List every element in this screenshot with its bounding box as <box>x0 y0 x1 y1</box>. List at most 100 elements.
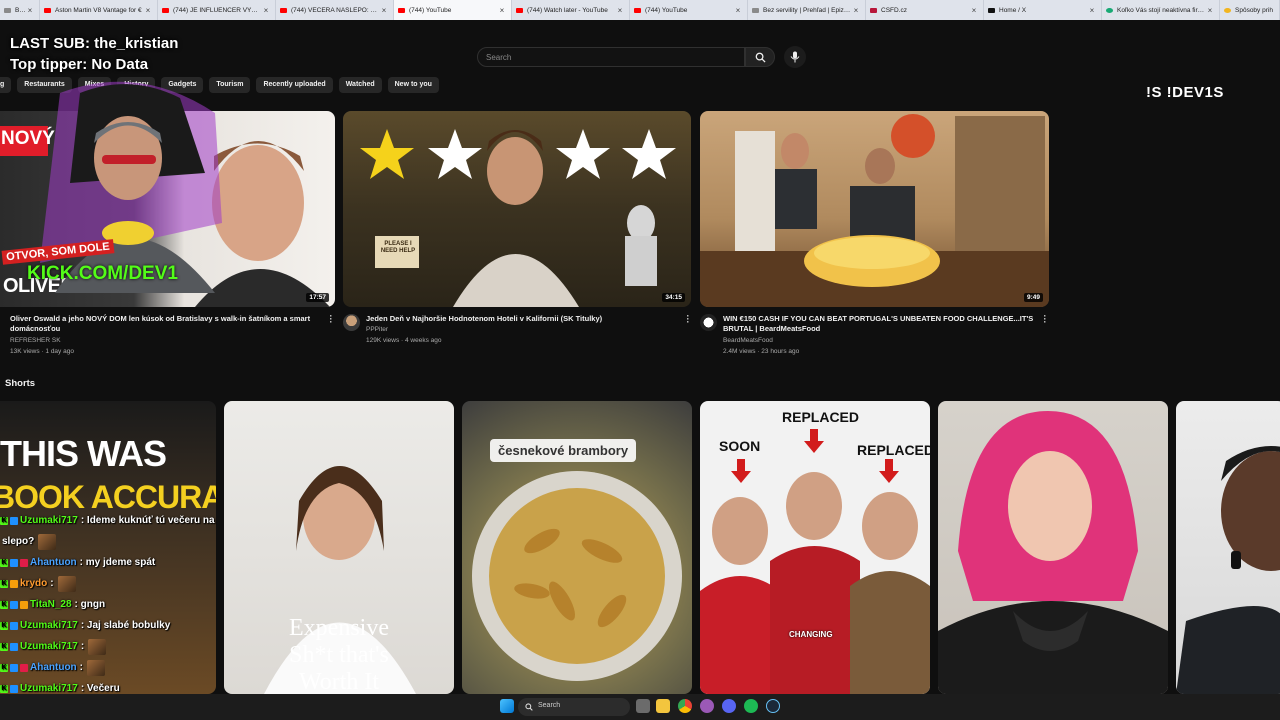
close-tab-icon[interactable]: × <box>261 6 271 15</box>
chat-badge-icon: K <box>0 642 8 651</box>
top-tipper-label: Top tipper: No Data <box>10 56 149 73</box>
chat-badge-icon: K <box>0 558 8 567</box>
chat-text: : Jaj slabé bobulky <box>80 620 171 631</box>
youtube-icon <box>162 7 169 13</box>
browser-tab[interactable]: Home / X × <box>984 0 1102 20</box>
video-title[interactable]: Jeden Deň v Najhoršie Hodnotenom Hoteli … <box>366 314 671 324</box>
discord-icon[interactable] <box>722 699 736 713</box>
short-card[interactable] <box>1176 401 1280 694</box>
video-duration: 34:15 <box>662 293 685 302</box>
short-card[interactable]: Expensive Sh*t that's Worth It <box>224 401 454 694</box>
youtube-icon <box>634 7 641 13</box>
video-channel[interactable]: BeardMeatsFood <box>723 337 773 344</box>
short-card[interactable]: REPLACED SOON REPLACED CHANGING <box>700 401 930 694</box>
short-art <box>938 411 1168 694</box>
steam-icon[interactable] <box>766 699 780 713</box>
video-thumbnail[interactable]: 9:49 <box>700 111 1049 307</box>
youtube-icon <box>398 7 405 13</box>
more-actions-icon[interactable]: · · · <box>686 312 690 327</box>
browser-tab-title: Home / X <box>999 6 1027 14</box>
video-card[interactable]: 9:49 WIN €150 CASH IF YOU CAN BEAT PORTU… <box>700 111 1050 361</box>
filter-chip[interactable]: New to you <box>387 77 439 93</box>
chat-badge-icon <box>10 642 18 651</box>
browser-tab[interactable]: Spôsoby prih <box>1220 0 1280 20</box>
close-tab-icon[interactable]: × <box>379 6 389 15</box>
windows-start-icon[interactable] <box>500 699 514 713</box>
video-thumbnail[interactable]: PLEASE I NEED HELP 34:15 <box>343 111 691 307</box>
video-duration: 17:57 <box>306 293 329 302</box>
browser-tab[interactable]: (744) Watch later - YouTube × <box>512 0 630 20</box>
close-tab-icon[interactable]: × <box>615 6 625 15</box>
close-tab-icon[interactable]: × <box>1205 6 1215 15</box>
close-tab-icon[interactable]: × <box>733 6 743 15</box>
browser-tab[interactable]: Koľko Vás stojí neaktívna firma × <box>1102 0 1220 20</box>
youtube-icon <box>280 7 287 13</box>
stream-sub-info: LAST SUB: the_kristian Top tipper: No Da… <box>10 33 178 75</box>
short-title: THIS WAS <box>0 433 167 474</box>
chat-badge-icon <box>20 663 28 672</box>
green-icon <box>1106 7 1113 13</box>
browser-tab[interactable]: (744) VEČERA NASLEPO: HENR× <box>276 0 394 20</box>
browser-tab[interactable]: ČSFD.cz × <box>866 0 984 20</box>
filter-chip[interactable]: Watched <box>338 77 382 93</box>
filter-chip[interactable]: Recently uploaded <box>256 77 333 93</box>
voice-search-button[interactable] <box>784 46 806 68</box>
csfd-icon <box>870 7 877 13</box>
video-card[interactable]: PLEASE I NEED HELP 34:15 Jeden Deň v Naj… <box>343 111 693 361</box>
taskbar: Search <box>0 694 1280 720</box>
browser-tab[interactable]: Buy× <box>0 0 40 20</box>
close-tab-icon[interactable]: × <box>25 6 35 15</box>
browser-tab-title: Buy <box>15 6 25 14</box>
close-tab-icon[interactable]: × <box>1087 6 1097 15</box>
microphone-icon <box>790 51 800 63</box>
browser-tab[interactable]: Aston Martin V8 Vantage for € × <box>40 0 158 20</box>
browser-tab-title: Aston Martin V8 Vantage for € <box>55 6 142 14</box>
browser-tab[interactable]: (744) YouTube × <box>630 0 748 20</box>
spotify-icon[interactable] <box>744 699 758 713</box>
search-input[interactable]: Search <box>477 47 745 67</box>
browser-tab[interactable]: Bez servility | Prehľad | Epizódy × <box>748 0 866 20</box>
file-explorer-icon[interactable] <box>656 699 670 713</box>
gmail-icon <box>44 7 51 13</box>
chat-badge-icon: K <box>0 621 8 630</box>
thumbnail-label: PLEASE I NEED HELP <box>380 241 416 254</box>
browser-tab[interactable]: (744) JE INFLUENCER VÝSMEC × <box>158 0 276 20</box>
chrome-icon[interactable] <box>678 699 692 713</box>
video-title[interactable]: Oliver Oswald a jeho NOVÝ DOM len kúsok … <box>10 314 315 334</box>
chat-badge-icon: K <box>0 600 8 609</box>
chat-message: K Ahantuon: my jdeme spát <box>0 552 222 573</box>
chat-username: Uzumaki717 <box>20 641 78 652</box>
task-view-icon[interactable] <box>636 699 650 713</box>
chat-message: K Uzumaki717: Ideme kuknúť tú večeru na <box>0 510 222 531</box>
chat-badge-icon <box>10 600 18 609</box>
video-meta: 2.4M views · 23 hours ago <box>723 348 800 355</box>
more-actions-icon[interactable]: · · · <box>329 312 333 327</box>
taskbar-search[interactable]: Search <box>518 698 630 716</box>
video-meta: 13K views · 1 day ago <box>10 348 74 355</box>
video-title[interactable]: WIN €150 CASH IF YOU CAN BEAT PORTUGAL'S… <box>723 314 1038 334</box>
chat-badge-icon <box>10 684 18 693</box>
short-card[interactable] <box>938 401 1168 694</box>
search-button[interactable] <box>745 47 775 67</box>
browser-tab[interactable]: (744) YouTube × <box>394 0 512 20</box>
github-desktop-icon[interactable] <box>700 699 714 713</box>
youtube-icon <box>516 7 523 13</box>
stream-command-label: !S !DEV1S <box>1146 84 1224 101</box>
browser-tab-title: ČSFD.cz <box>881 6 907 14</box>
chat-message: K Uzumaki717: Jaj slabé bobulky <box>0 615 222 636</box>
close-tab-icon[interactable]: × <box>497 6 507 15</box>
short-card[interactable]: česnekové brambory <box>462 401 692 694</box>
channel-avatar[interactable] <box>343 314 360 331</box>
close-tab-icon[interactable]: × <box>851 6 861 15</box>
close-tab-icon[interactable]: × <box>969 6 979 15</box>
browser-tab-strip: Buy×Aston Martin V8 Vantage for €×(744) … <box>0 0 1280 20</box>
video-channel[interactable]: PPPiter <box>366 326 388 333</box>
chat-message: K Uzumaki717: <box>0 636 222 657</box>
chat-badge-icon <box>10 621 18 630</box>
channel-avatar[interactable] <box>700 314 717 331</box>
chat-text: : my jdeme spát <box>79 557 156 568</box>
more-actions-icon[interactable]: · · · <box>1043 312 1047 327</box>
video-channel[interactable]: REFRESHER SK <box>10 337 61 344</box>
close-tab-icon[interactable]: × <box>143 6 153 15</box>
short-label: CHANGING <box>789 630 833 639</box>
